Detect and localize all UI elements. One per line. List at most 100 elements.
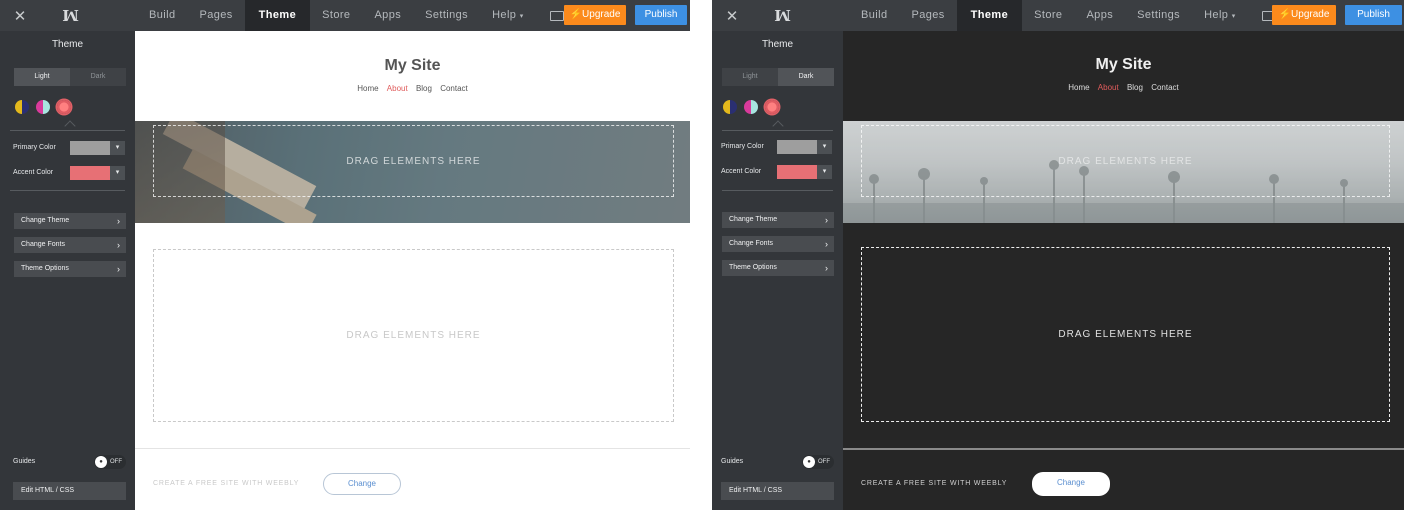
footer-divider [843,448,1404,450]
nav-settings[interactable]: Settings [1125,0,1192,31]
chevron-down-icon: ▾ [519,13,524,20]
nav-apps[interactable]: Apps [1074,0,1125,31]
accent-color-row: Accent Color ▾ [0,165,135,180]
lightning-icon: ⚡ [569,9,583,20]
primary-color-row: Primary Color ▾ [0,140,135,155]
top-toolbar: ✕ ꟽ Build Pages Theme Store Apps Setting… [0,0,690,31]
site-canvas: My Site Home About Blog Contact DRAG ELE… [135,31,690,510]
mode-dark-button[interactable]: Dark [70,68,126,86]
nav-pages[interactable]: Pages [899,0,956,31]
chevron-down-icon[interactable]: ▾ [817,139,832,154]
footer-text: CREATE A FREE SITE WITH WEEBLY [861,480,1008,487]
publish-button[interactable]: Publish [1345,5,1402,25]
change-theme-button[interactable]: Change Theme › [14,213,126,229]
guides-state: OFF [110,459,122,465]
weebly-logo-icon: ꟽ [62,6,79,25]
magenta-aqua-swatch-icon[interactable] [36,100,50,114]
change-fonts-button[interactable]: Change Fonts › [722,236,834,252]
sidebar-title: Theme [761,39,794,50]
primary-color-swatch[interactable] [777,139,817,154]
change-fonts-label: Change Fonts [729,240,773,247]
color-swatches [15,100,71,114]
chevron-down-icon[interactable]: ▾ [817,164,832,179]
mode-dark-button[interactable]: Dark [778,68,834,86]
upgrade-label: Upgrade [1291,9,1330,20]
nav-theme[interactable]: Theme [244,0,311,31]
chevron-down-icon[interactable]: ▾ [110,165,125,180]
change-button[interactable]: Change [323,473,401,495]
content-drop-zone[interactable]: DRAG ELEMENTS HERE [861,247,1390,422]
device-preview-icon[interactable] [549,10,564,21]
nav-settings[interactable]: Settings [413,0,480,31]
site-nav-contact[interactable]: Contact [440,84,468,93]
coral-swatch-icon[interactable] [57,100,71,114]
hero-drop-zone[interactable]: DRAG ELEMENTS HERE [153,125,674,197]
magenta-aqua-swatch-icon[interactable] [744,100,758,114]
divider [10,190,125,191]
change-fonts-button[interactable]: Change Fonts › [14,237,126,253]
mode-light-button[interactable]: Light [722,68,778,86]
mode-toggle: Light Dark [722,68,834,86]
publish-button[interactable]: Publish [635,5,687,25]
footer-text: CREATE A FREE SITE WITH WEEBLY [153,480,300,487]
close-icon[interactable]: ✕ [0,7,40,25]
footer-divider [135,448,690,449]
lightning-icon: ⚡ [1278,9,1292,20]
site-nav: Home About Blog Contact [843,83,1404,92]
site-title[interactable]: My Site [135,57,690,75]
guides-toggle[interactable]: ● OFF [802,455,834,469]
nav-help-label: Help [492,9,517,21]
site-nav: Home About Blog Contact [135,84,690,93]
site-title[interactable]: My Site [843,56,1404,74]
site-nav-blog[interactable]: Blog [416,84,432,93]
nav-pages[interactable]: Pages [187,0,244,31]
weebly-logo-icon: ꟽ [774,6,791,25]
theme-options-button[interactable]: Theme Options › [722,260,834,276]
site-nav-about[interactable]: About [387,84,408,93]
nav-build[interactable]: Build [849,0,899,31]
guides-toggle[interactable]: ● OFF [94,455,126,469]
site-nav-about[interactable]: About [1098,83,1119,92]
edit-html-css-button[interactable]: Edit HTML / CSS [13,482,126,500]
site-nav-home[interactable]: Home [357,84,378,93]
upgrade-button[interactable]: ⚡Upgrade [1272,5,1336,25]
guides-label: Guides [721,458,744,465]
chevron-right-icon: › [825,263,828,273]
site-nav-home[interactable]: Home [1068,83,1089,92]
content-drop-zone[interactable]: DRAG ELEMENTS HERE [153,249,674,422]
primary-color-swatch[interactable] [70,140,110,155]
mode-light-button[interactable]: Light [14,68,70,86]
upgrade-button[interactable]: ⚡Upgrade [564,5,626,25]
nav-help[interactable]: Help ▾ [480,0,536,31]
nav-store[interactable]: Store [310,0,362,31]
chevron-right-icon: › [825,239,828,249]
change-fonts-label: Change Fonts [21,241,65,248]
hero-drop-zone[interactable]: DRAG ELEMENTS HERE [861,125,1390,197]
mode-toggle: Light Dark [14,68,126,86]
change-button[interactable]: Change [1032,472,1110,496]
nav-build[interactable]: Build [137,0,187,31]
change-theme-button[interactable]: Change Theme › [722,212,834,228]
chevron-right-icon: › [117,240,120,250]
nav-apps[interactable]: Apps [362,0,413,31]
accent-color-swatch[interactable] [777,164,817,179]
yellow-navy-swatch-icon[interactable] [15,100,29,114]
divider [722,190,833,191]
sidebar-title: Theme [51,39,84,50]
yellow-navy-swatch-icon[interactable] [723,100,737,114]
theme-options-button[interactable]: Theme Options › [14,261,126,277]
theme-options-label: Theme Options [729,264,777,271]
close-icon[interactable]: ✕ [712,7,752,25]
site-nav-contact[interactable]: Contact [1151,83,1179,92]
accent-color-swatch[interactable] [70,165,110,180]
edit-html-css-button[interactable]: Edit HTML / CSS [721,482,834,500]
nav-theme[interactable]: Theme [956,0,1023,31]
nav-help[interactable]: Help ▾ [1192,0,1248,31]
guides-state: OFF [818,459,830,465]
chevron-down-icon[interactable]: ▾ [110,140,125,155]
coral-swatch-icon[interactable] [765,100,779,114]
nav-store[interactable]: Store [1022,0,1074,31]
top-toolbar: ✕ ꟽ Build Pages Theme Store Apps Setting… [712,0,1404,31]
primary-color-label: Primary Color [13,144,56,151]
site-nav-blog[interactable]: Blog [1127,83,1143,92]
